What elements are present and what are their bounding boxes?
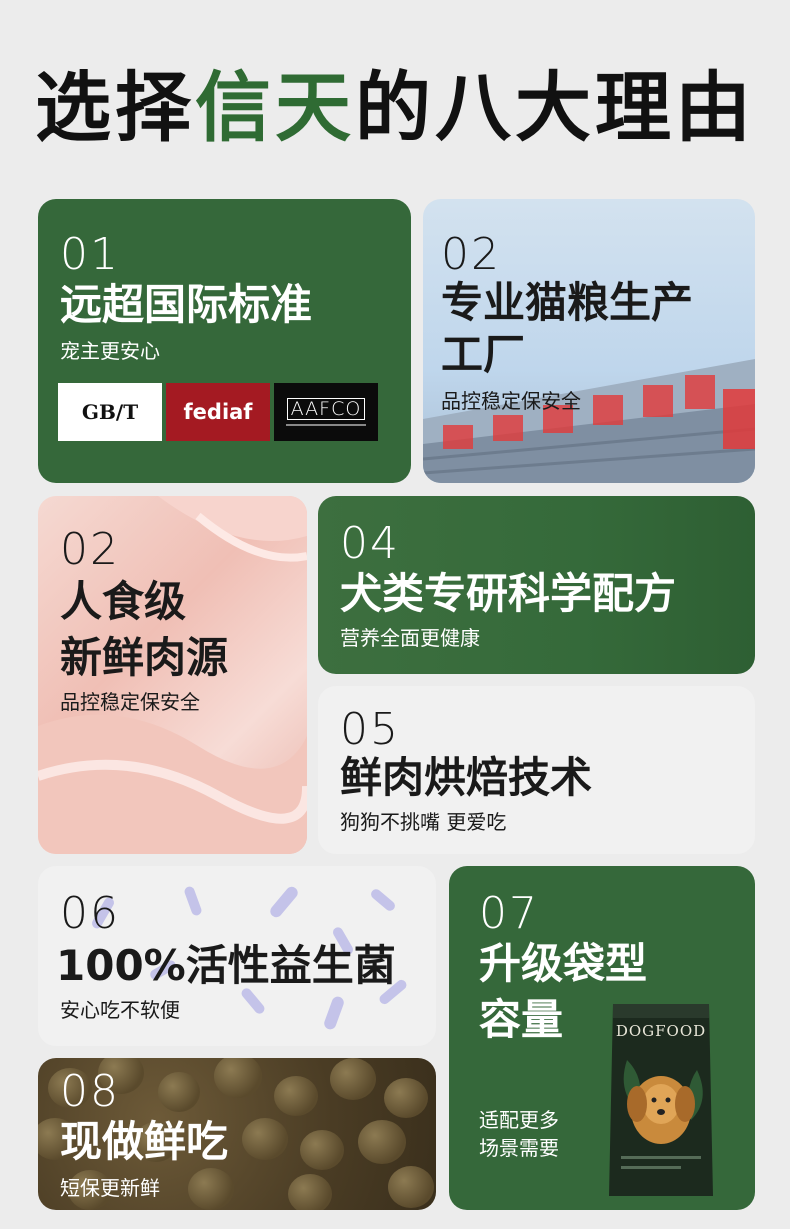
reason-card-6: 06 100%活性益生菌 安心吃不软便 bbox=[38, 866, 436, 1046]
card-subtitle: 安心吃不软便 bbox=[60, 998, 180, 1022]
card-heading: 远超国际标准 bbox=[60, 280, 313, 329]
gbt-logo: GB/T bbox=[58, 383, 162, 441]
card-heading: 100%活性益生菌 bbox=[56, 941, 396, 990]
card-subtitle: 品控稳定保安全 bbox=[441, 389, 581, 413]
card-heading-line1: 人食级 bbox=[60, 577, 187, 626]
card-heading: 鲜肉烘焙技术 bbox=[340, 753, 593, 802]
card-subtitle: 短保更新鲜 bbox=[60, 1176, 160, 1200]
card-heading-line1: 专业猫粮生产 bbox=[441, 278, 694, 327]
card-number: 08 bbox=[60, 1066, 120, 1117]
reason-card-5: 05 鲜肉烘焙技术 狗狗不挑嘴 更爱吃 bbox=[318, 686, 755, 854]
card-heading-line1: 升级袋型 bbox=[479, 939, 648, 988]
reason-card-1: 01 远超国际标准 宠主更安心 GB/T fediaf AAFCO bbox=[38, 199, 411, 483]
title-highlight: 信天 bbox=[195, 63, 355, 152]
aafco-logo: AAFCO bbox=[274, 383, 378, 441]
card-number: 01 bbox=[60, 229, 120, 280]
card-number: 02 bbox=[60, 524, 120, 575]
dogfood-bag-image: DOGFOOD bbox=[607, 1000, 715, 1200]
card-heading: 犬类专研科学配方 bbox=[340, 569, 677, 618]
card-subtitle-line1: 适配更多 bbox=[479, 1108, 559, 1132]
card-number: 02 bbox=[441, 229, 501, 280]
fediaf-logo: fediaf bbox=[166, 383, 270, 441]
certification-logos: GB/T fediaf AAFCO bbox=[58, 383, 378, 441]
card-number: 06 bbox=[60, 888, 120, 939]
card-subtitle: 营养全面更健康 bbox=[340, 626, 480, 650]
card-number: 05 bbox=[340, 704, 400, 755]
card-number: 07 bbox=[479, 888, 539, 939]
page-title: 选择信天的八大理由 bbox=[35, 63, 755, 152]
card-subtitle: 狗狗不挑嘴 更爱吃 bbox=[340, 810, 507, 834]
reason-card-8: 08 现做鲜吃 短保更新鲜 bbox=[38, 1058, 436, 1210]
card-subtitle: 宠主更安心 bbox=[60, 339, 160, 363]
card-heading-line2: 容量 bbox=[479, 995, 564, 1044]
card-subtitle-line2: 场景需要 bbox=[479, 1136, 559, 1160]
reason-card-4: 04 犬类专研科学配方 营养全面更健康 bbox=[318, 496, 755, 674]
reason-card-3: 02 人食级 新鲜肉源 品控稳定保安全 bbox=[38, 496, 307, 854]
card-heading: 现做鲜吃 bbox=[60, 1117, 229, 1166]
card-heading-line2: 新鲜肉源 bbox=[60, 633, 229, 682]
card-heading-line2: 工厂 bbox=[441, 330, 526, 379]
card-subtitle: 品控稳定保安全 bbox=[60, 690, 200, 714]
card-number: 04 bbox=[340, 518, 400, 569]
bag-label: DOGFOOD bbox=[615, 1022, 707, 1040]
reason-card-7: 07 升级袋型 容量 适配更多 场景需要 DOGFOOD bbox=[449, 866, 755, 1210]
reason-card-2: 02 专业猫粮生产 工厂 品控稳定保安全 bbox=[423, 199, 755, 483]
